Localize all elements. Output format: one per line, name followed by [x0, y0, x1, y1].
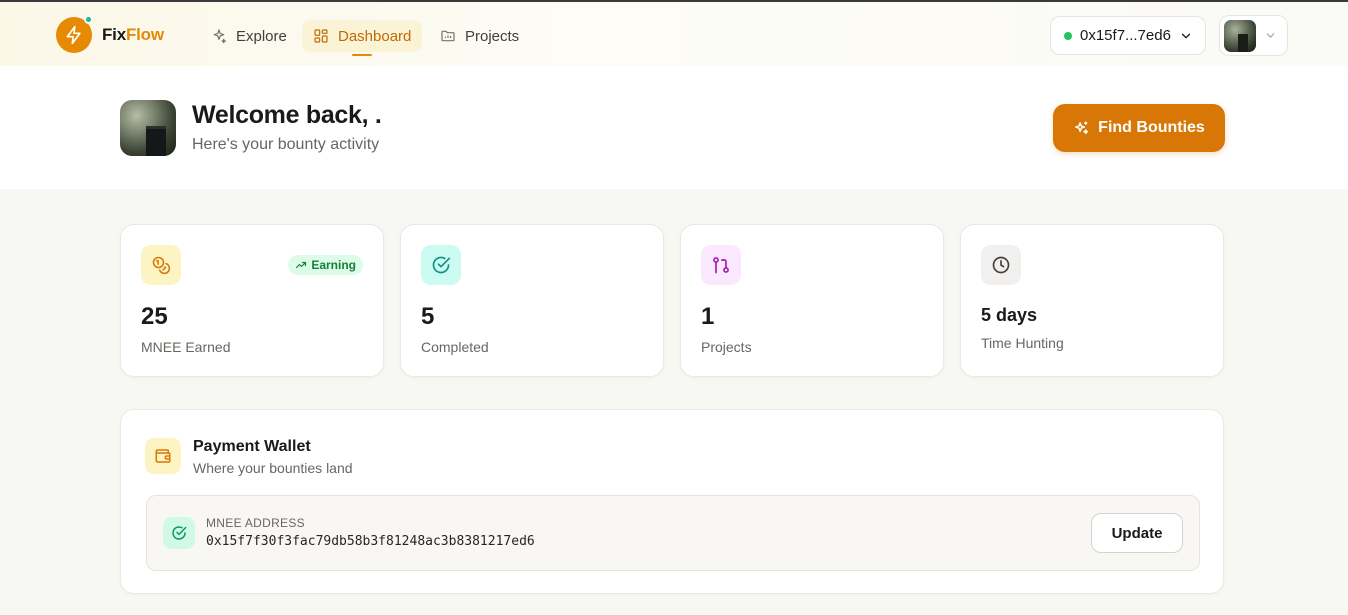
- stat-value: 5 days: [981, 305, 1038, 325]
- panel-subtitle: Where your bounties land: [193, 460, 353, 476]
- earning-badge-label: Earning: [311, 258, 356, 272]
- avatar: [120, 100, 176, 156]
- nav-explore-label: Explore: [236, 27, 287, 45]
- git-pull-request-icon: [701, 245, 741, 285]
- stat-value: 1: [701, 303, 715, 330]
- check-circle-icon: [421, 245, 461, 285]
- find-bounties-button[interactable]: Find Bounties: [1053, 104, 1225, 152]
- wallet-connect-button[interactable]: 0x15f7...7ed6: [1050, 16, 1206, 55]
- folder-icon: [441, 30, 455, 42]
- logo-status-dot: [84, 15, 93, 24]
- nav-dashboard-label: Dashboard: [338, 27, 412, 45]
- nav-projects-label: Projects: [465, 27, 520, 45]
- stat-label: Completed: [421, 339, 489, 355]
- chevron-down-icon: [1181, 33, 1191, 39]
- welcome-header: Welcome back, . Here's your bounty activ…: [0, 66, 1348, 189]
- wallet-icon: [145, 438, 181, 474]
- stat-label: MNEE Earned: [141, 339, 231, 355]
- nav-dashboard[interactable]: Dashboard: [302, 20, 423, 56]
- clock-icon: [981, 245, 1021, 285]
- wallet-address: 0x15f7f30f3fac79db58b3f81248ac3b8381217e…: [206, 534, 535, 549]
- trending-up-icon: [296, 261, 307, 269]
- wallet-address-box: MNEE ADDRESS 0x15f7f30f3fac79db58b3f8124…: [146, 495, 1200, 571]
- page-subtitle: Here's your bounty activity: [192, 136, 380, 153]
- panel-title: Payment Wallet: [193, 438, 311, 455]
- page-title: Welcome back, .: [192, 101, 382, 129]
- top-navbar: FixFlow Explore Dashboard Projects 0x15f…: [0, 0, 1348, 66]
- find-bounties-label: Find Bounties: [1098, 119, 1205, 136]
- update-button[interactable]: Update: [1091, 513, 1183, 553]
- address-label: MNEE ADDRESS: [206, 516, 305, 530]
- sparkles-icon: [213, 29, 226, 44]
- active-tab-indicator: [352, 54, 372, 56]
- grid-icon: [314, 29, 328, 43]
- stat-card-earned: Earning 25 MNEE Earned: [120, 224, 384, 377]
- chevron-down-icon: [1266, 33, 1275, 38]
- nav-projects[interactable]: Projects: [429, 20, 530, 52]
- brand-name[interactable]: FixFlow: [102, 25, 164, 45]
- user-menu-button[interactable]: [1219, 15, 1288, 56]
- stat-card-projects: 1 Projects: [680, 224, 944, 377]
- connected-status-dot: [1064, 31, 1072, 40]
- wallet-short-address: 0x15f7...7ed6: [1080, 27, 1171, 44]
- sparkles-icon: [1075, 120, 1089, 134]
- coins-icon: [141, 245, 181, 285]
- earning-badge: Earning: [288, 255, 363, 275]
- stat-card-time: 5 days Time Hunting: [960, 224, 1224, 377]
- stat-value: 5: [421, 303, 435, 330]
- stat-label: Projects: [701, 339, 752, 355]
- stat-card-completed: 5 Completed: [400, 224, 664, 377]
- stat-label: Time Hunting: [981, 335, 1064, 351]
- nav-explore[interactable]: Explore: [200, 20, 298, 52]
- payment-wallet-panel: Payment Wallet Where your bounties land …: [120, 409, 1224, 594]
- avatar: [1224, 20, 1256, 52]
- check-circle-icon: [163, 517, 195, 549]
- stat-value: 25: [141, 303, 168, 330]
